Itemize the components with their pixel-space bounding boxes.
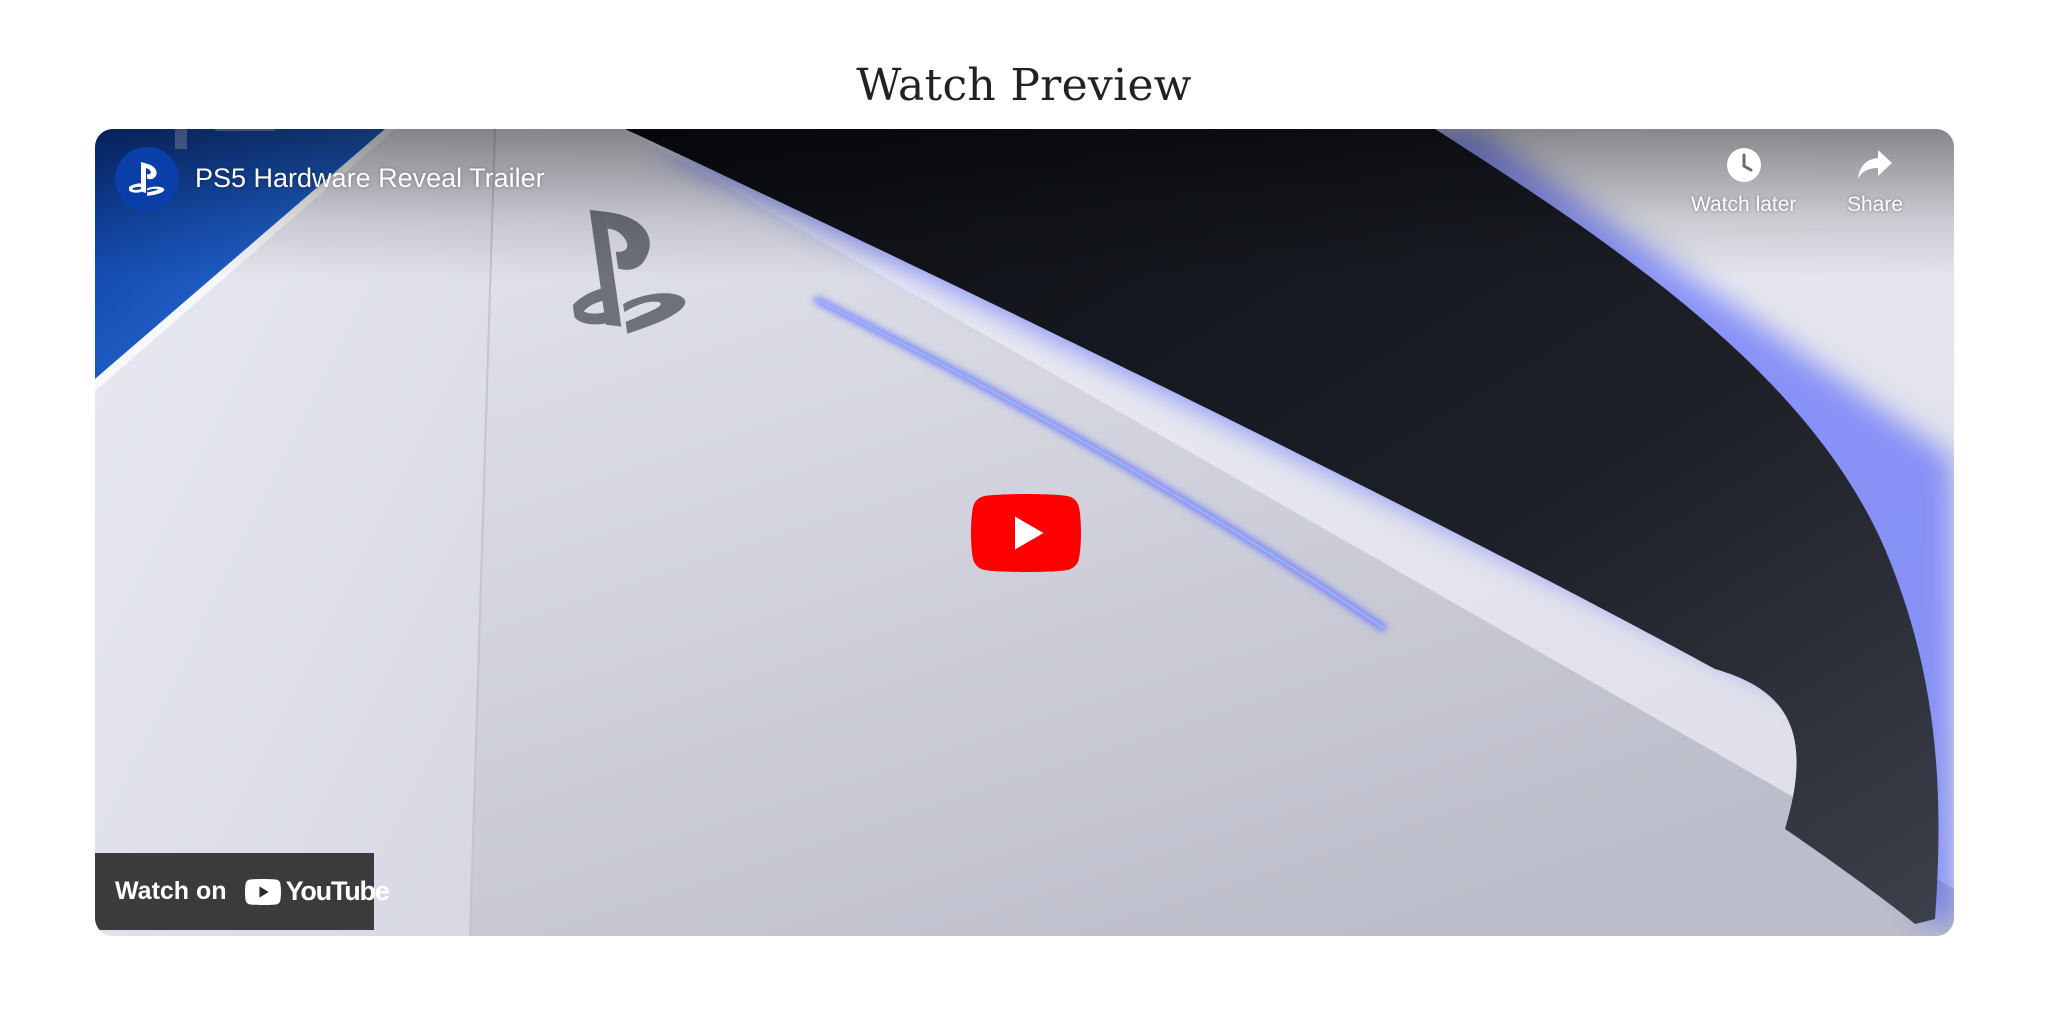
share-label: Share: [1847, 193, 1904, 216]
share-arrow-icon: [1855, 145, 1895, 185]
share-button[interactable]: Share: [1847, 145, 1903, 217]
watch-later-button[interactable]: Watch later: [1691, 145, 1796, 217]
youtube-logo: YouTube: [244, 876, 390, 907]
playstation-logo-icon: [129, 162, 165, 196]
watch-on-label: Watch on: [115, 877, 227, 905]
top-gradient-overlay: [95, 129, 1954, 279]
watch-later-label: Watch later: [1691, 193, 1797, 216]
youtube-wordmark: YouTube: [285, 876, 390, 906]
video-section: Watch Preview PS5 Hardware Reveal Traile…: [0, 0, 2048, 1027]
play-button[interactable]: [971, 494, 1081, 572]
youtube-logo-icon: [244, 878, 281, 905]
clock-icon: [1724, 145, 1764, 185]
video-player[interactable]: PS5 Hardware Reveal Trailer Watch later …: [95, 129, 1954, 936]
watch-on-youtube-button[interactable]: Watch on YouTube: [95, 853, 390, 930]
youtube-play-icon: [971, 494, 1081, 572]
channel-avatar[interactable]: [115, 147, 179, 211]
video-title[interactable]: PS5 Hardware Reveal Trailer: [195, 163, 545, 194]
section-title: Watch Preview: [856, 60, 1192, 111]
